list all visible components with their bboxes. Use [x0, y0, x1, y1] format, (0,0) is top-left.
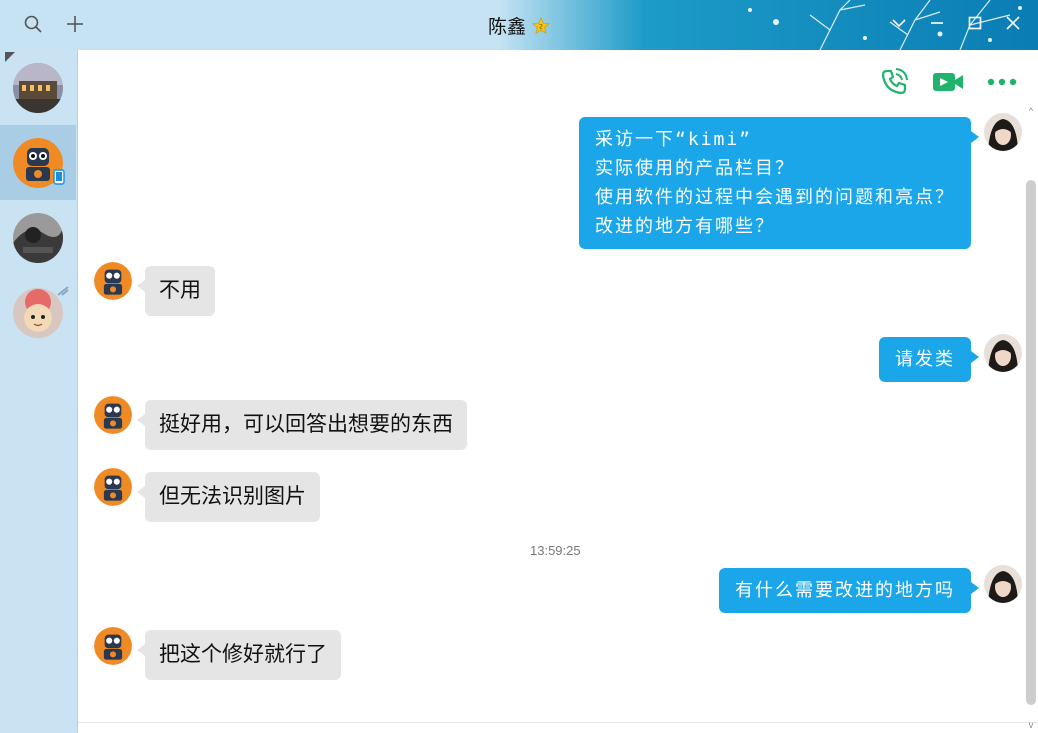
outgoing-message[interactable]: 请发类 — [879, 337, 979, 382]
contact-avatar[interactable] — [94, 627, 132, 665]
contact-item-1[interactable] — [0, 50, 76, 125]
contact-avatar[interactable] — [94, 468, 132, 506]
video-call-icon — [933, 73, 963, 91]
contact-item-4[interactable] — [0, 275, 76, 350]
message-line: 请发类 — [895, 349, 955, 370]
contact-avatar[interactable] — [94, 396, 132, 434]
dropdown-button[interactable] — [888, 12, 910, 34]
message-timestamp: 13:59:25 — [530, 543, 581, 558]
chat-panel: 采访一下“kimi” 实际使用的产品栏目？ 使用软件的过程中会遇到的问题和亮点？… — [78, 50, 1038, 733]
svg-text:2: 2 — [539, 24, 543, 31]
message-line: 采访一下“kimi” — [595, 129, 753, 150]
self-avatar[interactable] — [984, 113, 1022, 151]
minimize-icon — [931, 22, 943, 24]
incoming-message[interactable]: 挺好用，可以回答出想要的东西 — [137, 400, 467, 450]
contact-name: 陈鑫 — [487, 17, 526, 38]
contact-item-2[interactable] — [0, 125, 76, 200]
muted-status-icon — [57, 286, 69, 296]
robot-avatar-icon — [94, 262, 132, 300]
input-divider — [78, 722, 1038, 723]
user-avatar-icon — [984, 113, 1022, 151]
message-line: 有什么需要改进的地方吗 — [735, 580, 955, 601]
close-icon — [1006, 16, 1020, 30]
more-button[interactable] — [986, 68, 1018, 96]
message-line: 实际使用的产品栏目？ — [595, 158, 795, 179]
contact-avatar[interactable] — [94, 262, 132, 300]
photo-avatar-icon — [13, 212, 63, 263]
voice-call-icon — [881, 68, 908, 95]
close-button[interactable] — [1002, 12, 1024, 34]
incoming-message[interactable]: 把这个修好就行了 — [137, 630, 341, 680]
star-badge-icon: 2 — [532, 17, 550, 34]
robot-avatar-icon — [94, 627, 132, 665]
video-call-button[interactable] — [932, 68, 964, 96]
avatar — [13, 62, 63, 113]
title-bar: 陈鑫 2 — [0, 0, 1038, 50]
outgoing-message[interactable]: 有什么需要改进的地方吗 — [719, 568, 979, 613]
user-avatar-icon — [984, 334, 1022, 372]
avatar — [13, 212, 63, 263]
chat-actions — [878, 68, 1018, 96]
voice-call-button[interactable] — [878, 68, 910, 96]
contact-item-3[interactable] — [0, 200, 76, 275]
maximize-button[interactable] — [964, 12, 986, 34]
user-avatar-icon — [984, 565, 1022, 603]
scroll-up-icon[interactable]: ^ — [1026, 106, 1036, 116]
robot-avatar-icon — [94, 468, 132, 506]
minimize-button[interactable] — [926, 12, 948, 34]
chevron-down-icon — [892, 19, 906, 28]
maximize-icon — [968, 16, 982, 30]
message-line: 使用软件的过程中会遇到的问题和亮点？ — [595, 187, 955, 208]
mobile-status-icon — [53, 169, 65, 185]
self-avatar[interactable] — [984, 565, 1022, 603]
building-avatar-icon — [13, 62, 63, 113]
message-line: 改进的地方有哪些？ — [595, 216, 775, 237]
contact-sidebar — [0, 50, 78, 733]
chat-title: 陈鑫 2 — [0, 12, 1038, 39]
scroll-thumb[interactable] — [1026, 180, 1036, 705]
robot-avatar-icon — [94, 396, 132, 434]
incoming-message[interactable]: 不用 — [137, 266, 215, 316]
self-avatar[interactable] — [984, 334, 1022, 372]
more-icon — [987, 78, 1017, 86]
outgoing-message[interactable]: 采访一下“kimi” 实际使用的产品栏目？ 使用软件的过程中会遇到的问题和亮点？… — [579, 117, 979, 249]
incoming-message[interactable]: 但无法识别图片 — [137, 472, 320, 522]
chat-scrollbar[interactable]: ^ v — [1026, 106, 1036, 730]
